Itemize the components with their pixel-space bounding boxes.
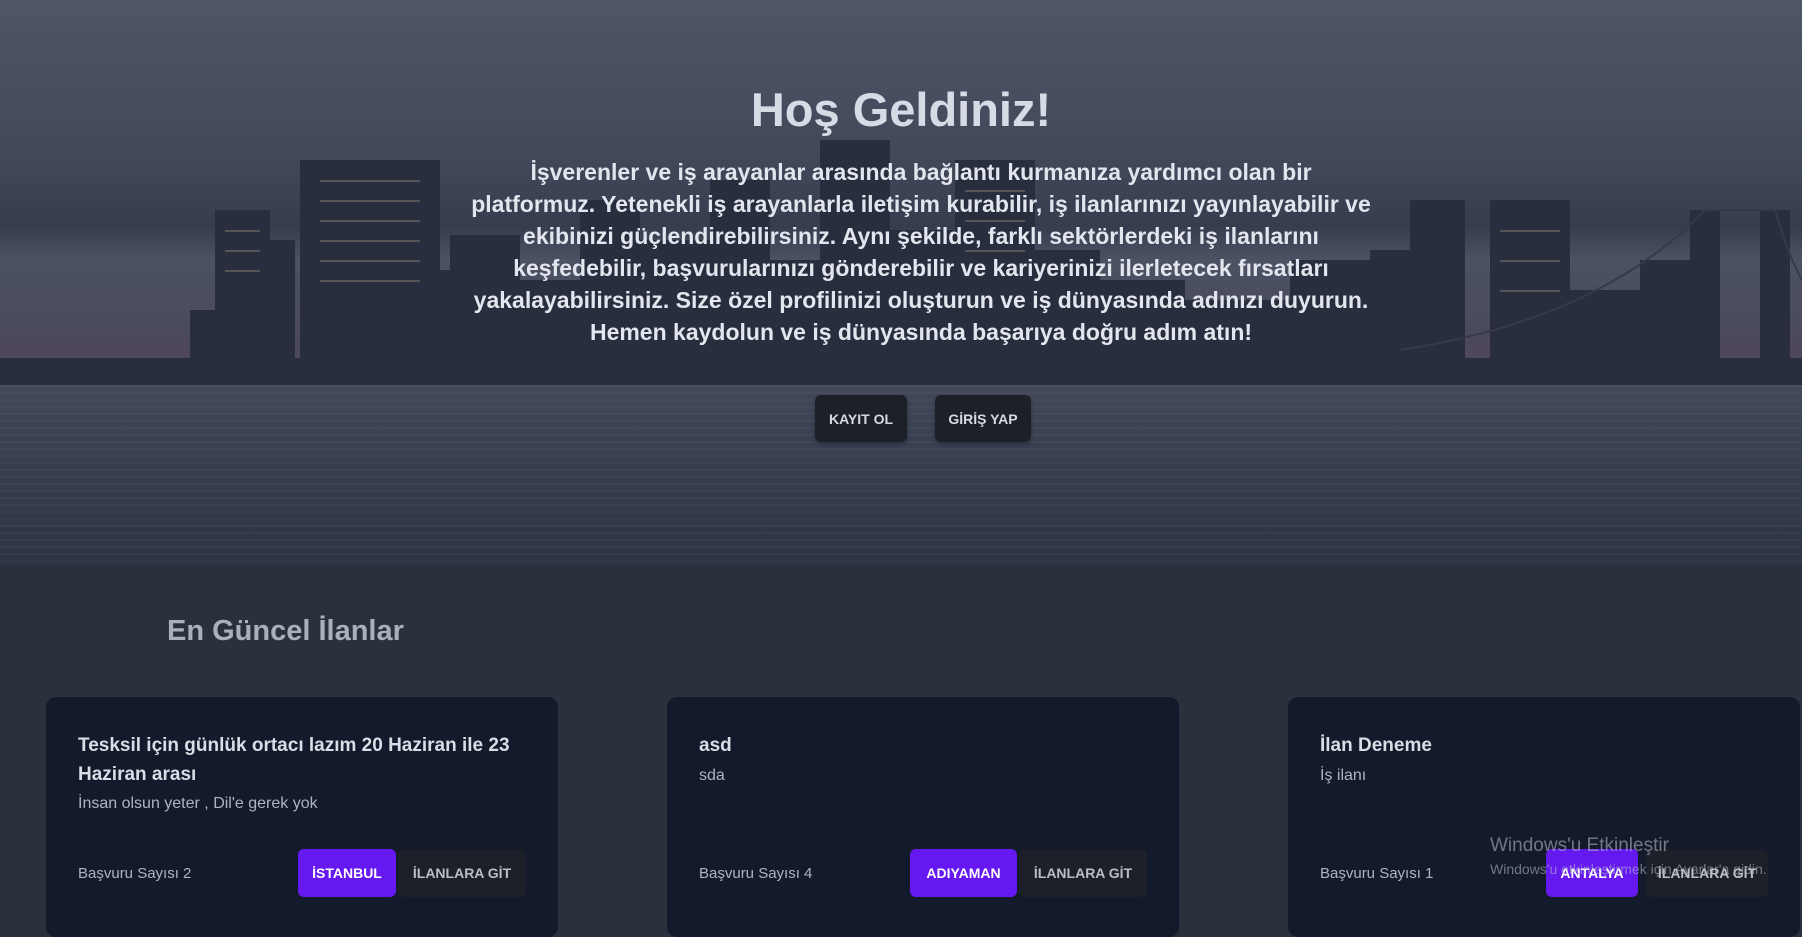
hero-section: Hoş Geldiniz! İşverenler ve iş arayanlar… [0,0,1802,565]
job-description: İş ilanı [1320,767,1367,784]
job-description: İnsan olsun yeter , Dil'e gerek yok [78,795,318,812]
go-to-listings-button[interactable]: İLANLARA GİT [1019,849,1147,897]
city-tag-button[interactable]: ADIYAMAN [910,849,1017,897]
watermark-title: Windows'u Etkinleştir [1490,835,1669,856]
job-title: asd [699,735,732,756]
application-count: Başvuru Sayısı 1 [1320,865,1434,882]
job-card: Tesksil için günlük ortacı lazım 20 Hazi… [46,697,558,937]
application-count: Başvuru Sayısı 4 [699,865,813,882]
go-to-listings-button[interactable]: İLANLARA GİT [398,849,526,897]
application-count: Başvuru Sayısı 2 [78,865,192,882]
register-button[interactable]: KAYIT OL [815,395,907,442]
hero-title: Hoş Geldiniz! [750,83,1052,136]
login-button[interactable]: GİRİŞ YAP [935,395,1031,442]
hero-description: İşverenler ve iş arayanlar arasında bağl… [471,159,1371,345]
section-title: En Güncel İlanlar [167,615,404,647]
job-description: sda [699,767,725,784]
city-tag-button[interactable]: İSTANBUL [298,849,396,897]
watermark-subtitle: Windows'u etkinleştirmek için Ayarlar'a … [1490,861,1767,877]
job-card: asd sda Başvuru Sayısı 4 ADIYAMAN İLANLA… [667,697,1179,937]
windows-activation-watermark: Windows'u Etkinleştir Windows'u etkinleş… [1490,835,1767,877]
job-title: İlan Deneme [1320,735,1432,756]
job-card: İlan Deneme İş ilanı Başvuru Sayısı 1 AN… [1288,697,1800,937]
job-title: Tesksil için günlük ortacı lazım 20 Hazi… [78,735,510,785]
